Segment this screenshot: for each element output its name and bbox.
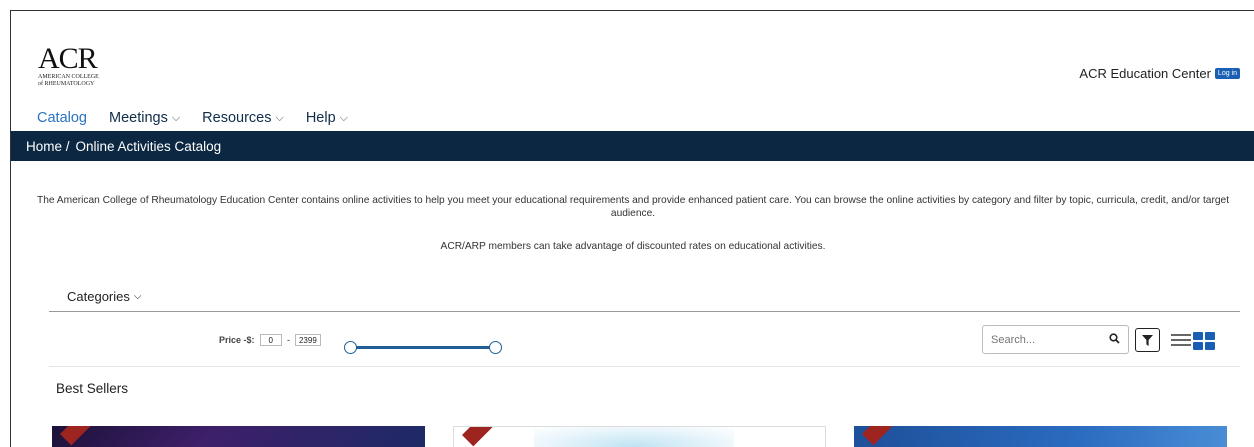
logo-wordmark: ACR xyxy=(38,42,98,75)
divider xyxy=(49,366,1240,367)
nav-item-meetings[interactable]: Meetings ⌵ xyxy=(109,110,180,126)
chevron-down-icon: ⌵ xyxy=(133,291,142,302)
price-separator: - xyxy=(286,335,290,345)
breadcrumb-home[interactable]: Home / xyxy=(26,139,70,154)
slider-max-handle[interactable] xyxy=(489,341,502,354)
chevron-down-icon: ⌵ xyxy=(171,111,181,124)
price-range-slider[interactable] xyxy=(344,341,502,355)
filter-button[interactable] xyxy=(1135,328,1160,352)
filter-icon xyxy=(1142,334,1153,346)
categories-dropdown[interactable]: Categories ⌵ xyxy=(67,289,141,304)
price-max-input[interactable]: 2399 xyxy=(294,334,321,346)
nav-item-label: Catalog xyxy=(37,110,87,126)
search-icon[interactable] xyxy=(1109,332,1120,347)
breadcrumb-current: Online Activities Catalog xyxy=(75,138,222,154)
section-title: Best Sellers xyxy=(56,381,129,396)
chevron-down-icon: ⌵ xyxy=(275,111,284,124)
nav-item-help[interactable]: Help ⌵ xyxy=(306,110,348,126)
slider-min-handle[interactable] xyxy=(344,341,357,354)
login-button[interactable]: Log in xyxy=(1214,68,1240,79)
nav-item-label: Help xyxy=(305,110,336,126)
ribbon-badge xyxy=(862,426,916,446)
price-filter: Price -$: 0 - 2399 xyxy=(219,334,321,346)
nav-item-label: Resources xyxy=(202,110,272,126)
price-min-input[interactable]: 0 xyxy=(259,334,282,346)
logo-line-1: AMERICAN COLLEGE xyxy=(38,74,99,80)
card-image xyxy=(534,427,734,447)
search-box xyxy=(982,325,1129,354)
site-title[interactable]: ACR Education Center xyxy=(1079,66,1211,81)
chevron-down-icon: ⌵ xyxy=(339,111,348,124)
ribbon-badge xyxy=(462,427,516,447)
intro-paragraph: The American College of Rheumatology Edu… xyxy=(36,195,1230,219)
search-input[interactable] xyxy=(991,333,1091,346)
product-card[interactable] xyxy=(854,426,1227,447)
divider xyxy=(49,311,1240,312)
main-nav: Catalog Meetings ⌵ Resources ⌵ Help ⌵ xyxy=(37,110,348,126)
product-card[interactable] xyxy=(52,426,425,447)
list-view-icon[interactable] xyxy=(1171,334,1191,348)
nav-item-catalog[interactable]: Catalog xyxy=(37,110,87,126)
categories-label: Categories xyxy=(67,289,130,304)
nav-item-label: Meetings xyxy=(108,110,168,126)
slider-track xyxy=(350,346,496,349)
nav-item-resources[interactable]: Resources ⌵ xyxy=(202,110,284,126)
education-center-header: ACR Education Center Log in xyxy=(1079,66,1240,81)
acr-logo[interactable]: ACR AMERICAN COLLEGE of RHEUMATOLOGY xyxy=(38,44,128,98)
logo-line-2: of RHEUMATOLOGY xyxy=(38,81,95,87)
price-label: Price -$: xyxy=(219,335,255,345)
page-frame: ACR AMERICAN COLLEGE of RHEUMATOLOGY ACR… xyxy=(10,10,1254,447)
product-card[interactable] xyxy=(453,426,826,447)
breadcrumb: Home / Online Activities Catalog xyxy=(11,131,1254,161)
members-note: ACR/ARP members can take advantage of di… xyxy=(440,241,826,252)
grid-view-icon[interactable] xyxy=(1193,332,1215,350)
ribbon-badge xyxy=(60,426,114,446)
